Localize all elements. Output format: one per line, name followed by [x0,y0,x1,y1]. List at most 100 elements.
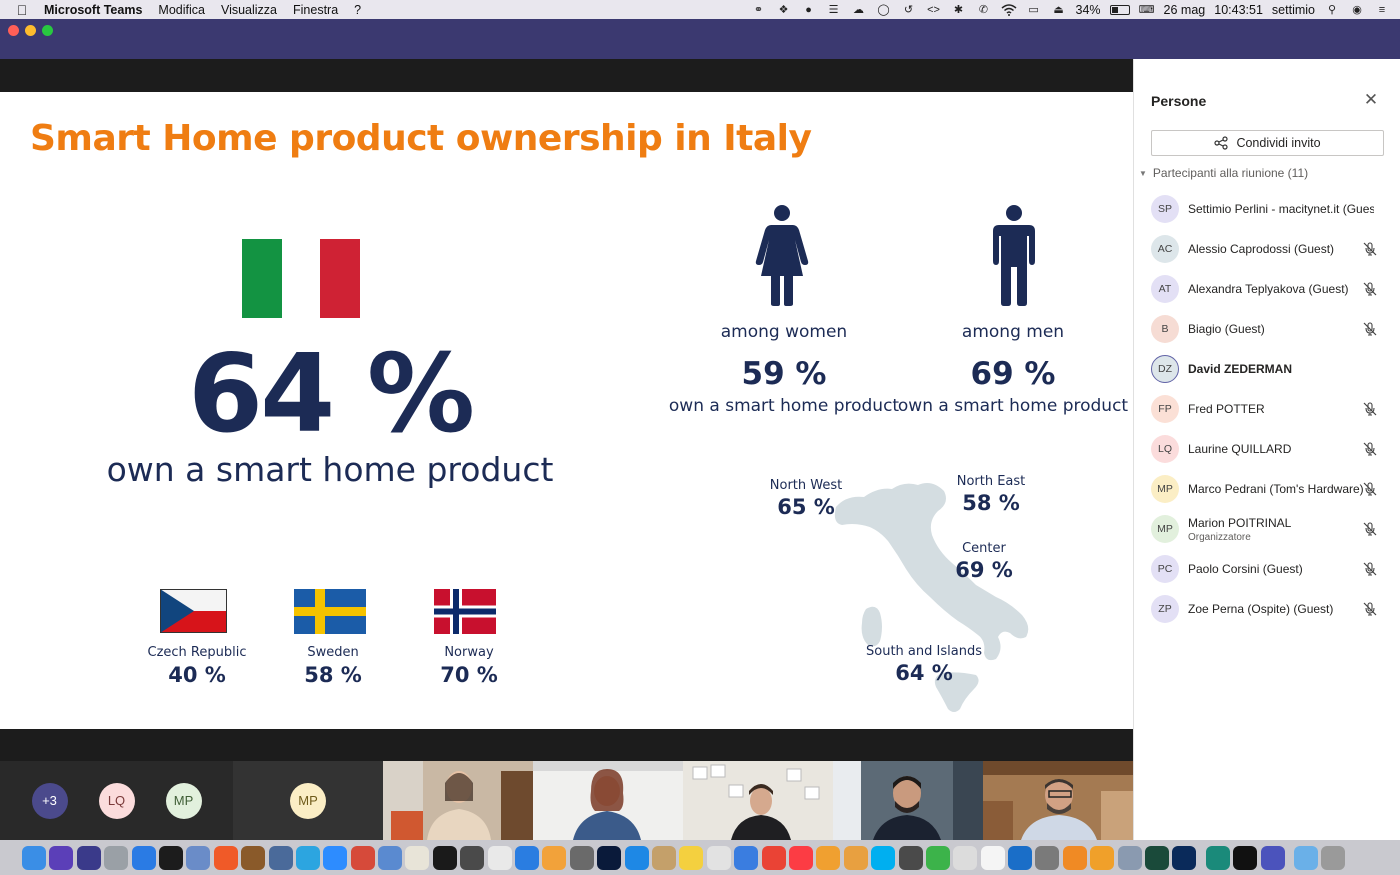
dock-app-icon[interactable] [1172,845,1197,870]
participant-row[interactable]: ZP Zoe Perna (Ospite) (Guest) [1134,589,1400,629]
close-icon[interactable]: ✕ [1362,91,1380,109]
avatar[interactable]: MP [165,782,202,819]
dock-app-icon[interactable] [734,845,759,870]
dock-app-icon[interactable] [432,845,457,870]
wifi-icon[interactable] [1001,3,1017,17]
user-name[interactable]: settimio [1272,3,1315,17]
keyboard-icon[interactable]: ⌨ [1139,3,1155,17]
dock-app-icon[interactable] [350,845,375,870]
participant-video[interactable] [533,761,683,840]
dock-app-icon[interactable] [1008,845,1033,870]
participant-video[interactable] [383,761,533,840]
dock-app-icon[interactable] [1145,845,1170,870]
dock-app-icon[interactable] [323,845,348,870]
dock-app-icon[interactable] [925,845,950,870]
avatar[interactable]: LQ [98,782,135,819]
overflow-avatars-tile[interactable]: +3 LQ MP [0,761,233,840]
battery-icon[interactable] [1109,4,1130,15]
airplay-icon[interactable]: ▭ [1026,3,1042,17]
notification-app-icon[interactable]: ● [801,3,817,17]
participant-video[interactable] [983,761,1133,840]
dock-app-icon[interactable] [788,845,813,870]
dock-app-icon[interactable] [186,845,211,870]
dock-app-icon[interactable] [980,845,1005,870]
app-menu[interactable]: Microsoft Teams [44,3,150,17]
dock-app-icon[interactable] [76,845,101,870]
apple-menu-icon[interactable]:  [0,2,44,18]
dock-app-icon[interactable] [706,845,731,870]
participant-row[interactable]: AC Alessio Caprodossi (Guest) [1134,229,1400,269]
phone-icon[interactable]: ✆ [976,3,992,17]
menu-finestra[interactable]: Finestra [285,3,346,17]
clock[interactable]: 10:43:51 [1214,3,1263,17]
dock-app-icon[interactable] [761,845,786,870]
participant-row[interactable]: PC Paolo Corsini (Guest) [1134,549,1400,589]
dock-app-icon[interactable] [1117,845,1142,870]
dock-app-icon[interactable] [295,845,320,870]
cloud-upload-icon[interactable]: ☁ [851,3,867,17]
dock-app-icon[interactable] [158,845,183,870]
participant-row[interactable]: SP Settimio Perlini - macitynet.it (Guest… [1134,189,1400,229]
dock-app-icon[interactable] [597,845,622,870]
dock-app-icon[interactable] [1321,845,1346,870]
dock-app-icon[interactable] [679,845,704,870]
code-icon[interactable]: <> [926,3,942,17]
minimize-window-button[interactable] [25,25,36,36]
notification-center-icon[interactable]: ≡ [1374,3,1390,17]
creative-cloud-icon[interactable]: ⚭ [751,3,767,17]
dock-app-icon[interactable] [405,845,430,870]
stack-icon[interactable]: ☰ [826,3,842,17]
more-participants-badge[interactable]: +3 [31,782,68,819]
participant-row[interactable]: MP Marco Pedrani (Tom's Hardware) [1134,469,1400,509]
participant-video[interactable] [833,761,983,840]
participant-tile[interactable]: MP [233,761,383,840]
participant-row[interactable]: MP Marion POITRINAL Organizzatore [1134,509,1400,549]
dock-app-icon[interactable] [1062,845,1087,870]
dock-app-icon[interactable] [843,845,868,870]
menu-help[interactable]: ? [346,3,369,17]
dock-app-icon[interactable] [241,845,266,870]
dock-app-icon[interactable] [487,845,512,870]
dock-app-icon[interactable] [542,845,567,870]
close-window-button[interactable] [8,25,19,36]
spotlight-search-icon[interactable]: ⚲ [1324,3,1340,17]
dock-app-icon[interactable] [1090,845,1115,870]
dock-app-icon[interactable] [1205,845,1230,870]
dropbox-icon[interactable]: ❖ [776,3,792,17]
time-machine-icon[interactable]: ↺ [901,3,917,17]
participant-row[interactable]: LQ Laurine QUILLARD [1134,429,1400,469]
date[interactable]: 26 mag [1164,3,1206,17]
dock-app-icon[interactable] [515,845,540,870]
dock-app-icon[interactable] [624,845,649,870]
dock-app-icon[interactable] [378,845,403,870]
dock-app-icon[interactable] [871,845,896,870]
dock-app-icon[interactable] [22,845,46,870]
accessibility-icon[interactable]: ◯ [876,3,892,17]
dock-app-icon[interactable] [953,845,978,870]
dock-app-icon[interactable] [460,845,485,870]
siri-icon[interactable]: ◉ [1349,3,1365,17]
dock-app-icon[interactable] [651,845,676,870]
participants-section-header[interactable]: ▼ Partecipanti alla riunione (11) [1139,166,1308,180]
menu-visualizza[interactable]: Visualizza [213,3,285,17]
dock-app-icon[interactable] [1293,845,1318,870]
bluetooth-icon[interactable]: ✱ [951,3,967,17]
share-invite-button[interactable]: Condividi invito [1151,130,1384,156]
fullscreen-window-button[interactable] [42,25,53,36]
participant-row[interactable]: AT Alexandra Teplyakova (Guest) [1134,269,1400,309]
dock-app-icon[interactable] [569,845,594,870]
dock-app-icon[interactable] [1035,845,1060,870]
dock-app-icon[interactable] [816,845,841,870]
eject-icon[interactable]: ⏏ [1051,3,1067,17]
dock-app-icon[interactable] [213,845,238,870]
participant-video[interactable] [683,761,833,840]
participant-row[interactable]: DZ David ZEDERMAN [1134,349,1400,389]
dock-app-icon[interactable] [1233,845,1258,870]
dock-app-icon[interactable] [49,845,74,870]
menu-modifica[interactable]: Modifica [150,3,213,17]
participant-row[interactable]: FP Fred POTTER [1134,389,1400,429]
dock-app-icon[interactable] [131,845,156,870]
participant-row[interactable]: B Biagio (Guest) [1134,309,1400,349]
dock-app-icon[interactable] [1260,845,1285,870]
dock-app-icon[interactable] [898,845,923,870]
